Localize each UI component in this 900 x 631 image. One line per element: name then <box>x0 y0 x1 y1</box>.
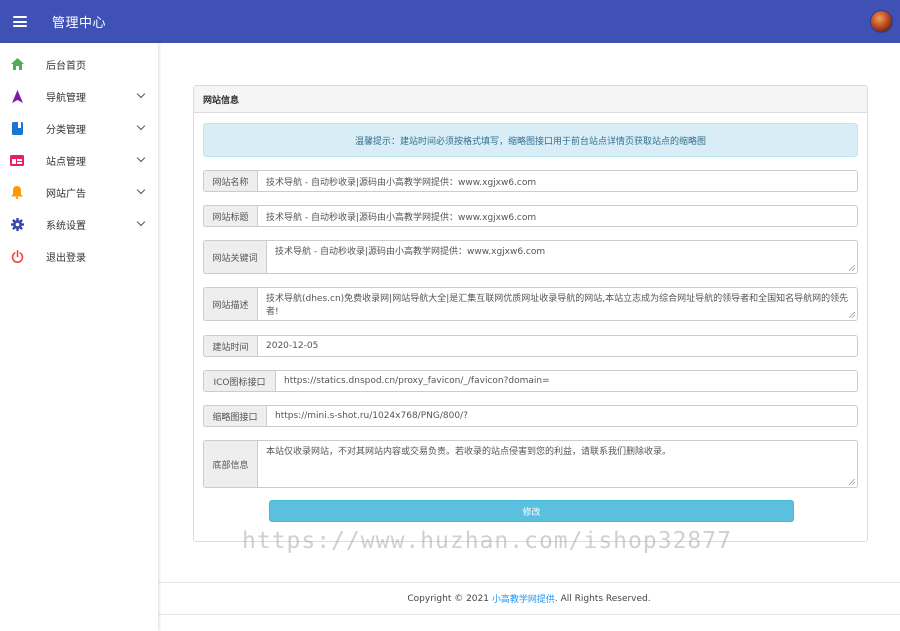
chevron-down-icon <box>136 121 146 131</box>
power-icon <box>10 249 24 263</box>
form-row-description: 网站描述 技术导航(dhes.cn)免费收录网|网站导航大全|是汇集互联网优质网… <box>203 287 858 321</box>
ico-api-input[interactable]: https://statics.dnspod.cn/proxy_favicon/… <box>275 370 858 392</box>
top-bar: 管理中心 <box>0 0 900 43</box>
sidebar-item-settings[interactable]: 系统设置 <box>0 208 158 240</box>
sidebar-item-sites[interactable]: 站点管理 <box>0 144 158 176</box>
sidebar-item-home[interactable]: 后台首页 <box>0 48 158 80</box>
form-row-footer-info: 底部信息 本站仅收录网站，不对其网站内容或交易负责。若收录的站点侵害到您的利益，… <box>203 440 858 488</box>
submit-button[interactable]: 修改 <box>269 500 794 522</box>
field-label: 底部信息 <box>203 440 257 488</box>
sidebar-item-label: 分类管理 <box>46 124 86 136</box>
description-value: 技术导航(dhes.cn)免费收录网|网站导航大全|是汇集互联网优质网址收录导航… <box>266 294 849 317</box>
field-label: 网站关键词 <box>203 240 266 274</box>
form-row-thumbnail-api: 缩略图接口 https://mini.s-shot.ru/1024x768/PN… <box>203 405 858 427</box>
gear-icon <box>10 217 24 231</box>
form-row-ico-api: ICO图标接口 https://statics.dnspod.cn/proxy_… <box>203 370 858 392</box>
form-row-site-title: 网站标题 技术导航 - 自动秒收录|源码由小高教学网提供：www.xgjxw6.… <box>203 205 858 227</box>
footer-info-textarea[interactable]: 本站仅收录网站，不对其网站内容或交易负责。若收录的站点侵害到您的利益，请联系我们… <box>257 440 858 488</box>
bell-icon <box>10 185 24 199</box>
field-label: 缩略图接口 <box>203 405 266 427</box>
footer-info-value: 本站仅收录网站，不对其网站内容或交易负责。若收录的站点侵害到您的利益，请联系我们… <box>266 447 672 457</box>
web-icon <box>10 153 24 167</box>
book-icon <box>10 121 24 135</box>
field-label: 网站描述 <box>203 287 257 321</box>
keywords-textarea[interactable]: 技术导航 - 自动秒收录|源码由小高教学网提供：www.xgjxw6.com <box>266 240 858 274</box>
app-title: 管理中心 <box>52 16 107 31</box>
rights-text: . All Rights Reserved. <box>554 593 651 604</box>
navigation-icon <box>10 89 24 103</box>
site-title-input[interactable]: 技术导航 - 自动秒收录|源码由小高教学网提供：www.xgjxw6.com <box>257 205 858 227</box>
chevron-down-icon <box>136 153 146 163</box>
chevron-down-icon <box>136 185 146 195</box>
field-label: 网站标题 <box>203 205 257 227</box>
field-label: 网站名称 <box>203 170 257 192</box>
hamburger-icon <box>13 16 27 27</box>
copyright-text: Copyright © 2021 <box>407 593 489 604</box>
form-row-site-name: 网站名称 技术导航 - 自动秒收录|源码由小高教学网提供：www.xgjxw6.… <box>203 170 858 192</box>
field-label: 建站时间 <box>203 335 257 357</box>
main-content: 网站信息 温馨提示：建站时间必须按格式填写，缩略图接口用于前台站点详情页获取站点… <box>158 43 900 631</box>
keywords-value: 技术导航 - 自动秒收录|源码由小高教学网提供：www.xgjxw6.com <box>275 247 546 257</box>
sidebar-item-ads[interactable]: 网站广告 <box>0 176 158 208</box>
home-icon <box>10 57 24 71</box>
field-label: ICO图标接口 <box>203 370 275 392</box>
description-textarea[interactable]: 技术导航(dhes.cn)免费收录网|网站导航大全|是汇集互联网优质网址收录导航… <box>257 287 858 321</box>
sidebar-item-logout[interactable]: 退出登录 <box>0 240 158 272</box>
form-row-keywords: 网站关键词 技术导航 - 自动秒收录|源码由小高教学网提供：www.xgjxw6… <box>203 240 858 274</box>
footer-link[interactable]: 小高教学网提供 <box>492 592 555 605</box>
menu-toggle-button[interactable] <box>0 0 40 43</box>
sidebar: 后台首页 导航管理 分类管理 站点管理 网站广告 系统设置 退出登录 <box>0 43 158 631</box>
sidebar-item-label: 站点管理 <box>46 156 86 168</box>
site-info-panel: 网站信息 温馨提示：建站时间必须按格式填写，缩略图接口用于前台站点详情页获取站点… <box>193 85 868 542</box>
chevron-down-icon <box>136 89 146 99</box>
sidebar-item-label: 退出登录 <box>46 252 86 264</box>
page-footer: Copyright © 2021 小高教学网提供. All Rights Res… <box>158 582 900 615</box>
resize-handle[interactable] <box>849 265 855 271</box>
site-name-input[interactable]: 技术导航 - 自动秒收录|源码由小高教学网提供：www.xgjxw6.com <box>257 170 858 192</box>
sidebar-item-label: 导航管理 <box>46 92 86 104</box>
sidebar-item-label: 后台首页 <box>46 60 86 72</box>
thumbnail-api-input[interactable]: https://mini.s-shot.ru/1024x768/PNG/800/… <box>266 405 858 427</box>
build-date-input[interactable]: 2020-12-05 <box>257 335 858 357</box>
tip-alert: 温馨提示：建站时间必须按格式填写，缩略图接口用于前台站点详情页获取站点的缩略图 <box>203 123 858 157</box>
sidebar-item-navigation[interactable]: 导航管理 <box>0 80 158 112</box>
resize-handle[interactable] <box>849 312 855 318</box>
chevron-down-icon <box>136 217 146 227</box>
sidebar-item-label: 系统设置 <box>46 220 86 232</box>
panel-title: 网站信息 <box>194 86 867 113</box>
resize-handle[interactable] <box>849 479 855 485</box>
sidebar-item-category[interactable]: 分类管理 <box>0 112 158 144</box>
sidebar-item-label: 网站广告 <box>46 188 86 200</box>
user-avatar[interactable] <box>870 10 893 33</box>
form-row-build-date: 建站时间 2020-12-05 <box>203 335 858 357</box>
